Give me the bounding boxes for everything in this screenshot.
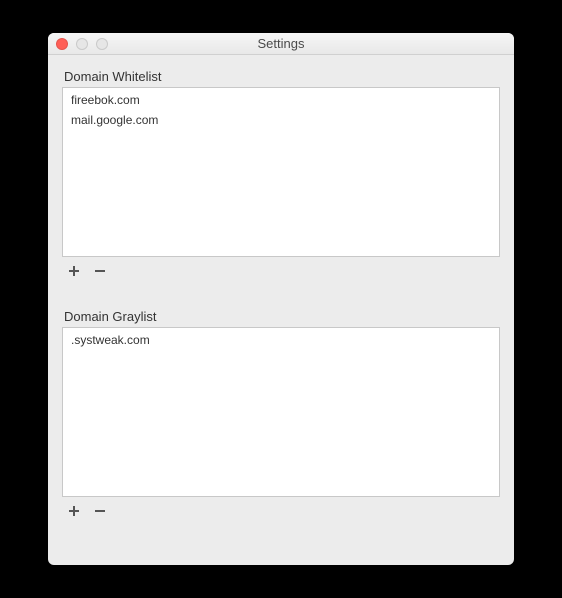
traffic-lights (48, 38, 108, 50)
plus-icon (68, 265, 80, 277)
list-item[interactable]: fireebok.com (63, 90, 499, 110)
add-button[interactable] (66, 503, 82, 519)
remove-button[interactable] (92, 263, 108, 279)
settings-window: Settings Domain Whitelist fireebok.com m… (48, 33, 514, 565)
window-title: Settings (48, 36, 514, 51)
maximize-icon[interactable] (96, 38, 108, 50)
whitelist-label: Domain Whitelist (64, 69, 500, 84)
close-icon[interactable] (56, 38, 68, 50)
plus-icon (68, 505, 80, 517)
graylist-label: Domain Graylist (64, 309, 500, 324)
whitelist-buttons (62, 257, 500, 279)
content-area: Domain Whitelist fireebok.com mail.googl… (48, 55, 514, 565)
graylist-listbox[interactable]: .systweak.com (62, 327, 500, 497)
whitelist-listbox[interactable]: fireebok.com mail.google.com (62, 87, 500, 257)
add-button[interactable] (66, 263, 82, 279)
titlebar: Settings (48, 33, 514, 55)
minus-icon (94, 265, 106, 277)
graylist-section: Domain Graylist .systweak.com (62, 309, 500, 519)
minus-icon (94, 505, 106, 517)
list-item[interactable]: .systweak.com (63, 330, 499, 350)
whitelist-section: Domain Whitelist fireebok.com mail.googl… (62, 69, 500, 279)
minimize-icon[interactable] (76, 38, 88, 50)
remove-button[interactable] (92, 503, 108, 519)
graylist-buttons (62, 497, 500, 519)
list-item[interactable]: mail.google.com (63, 110, 499, 130)
